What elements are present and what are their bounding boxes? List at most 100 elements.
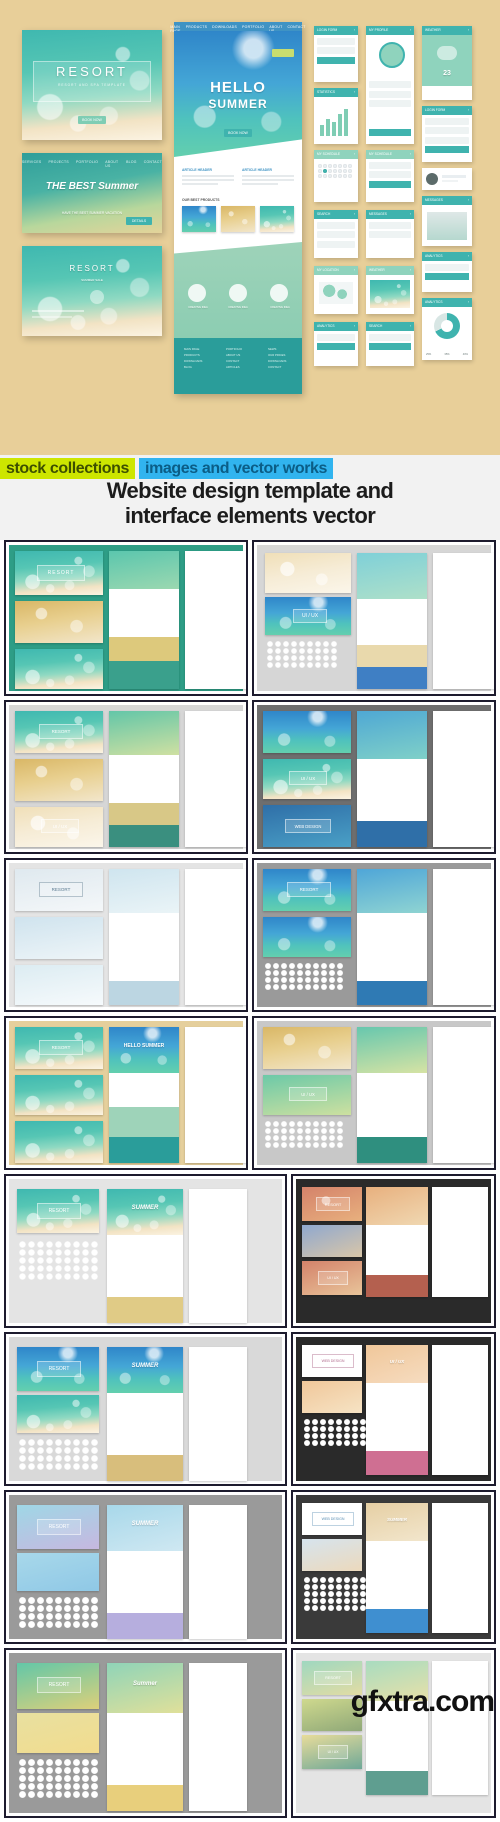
gallery-thumb-6[interactable]: RESORT bbox=[252, 858, 496, 1012]
gallery-thumb-12[interactable]: WEB DESIGN UI / UX bbox=[291, 1332, 496, 1486]
contact-row[interactable] bbox=[369, 221, 411, 229]
gallery-thumb-15[interactable]: RESORT Summer bbox=[4, 1648, 288, 1818]
search2-input[interactable] bbox=[425, 263, 469, 271]
best-summer-nav[interactable]: SERVICES PROJECTS PORTFOLIO ABOUT US BLO… bbox=[22, 160, 162, 168]
gallery-thumb-8[interactable]: UI / UX bbox=[252, 1016, 496, 1170]
list-row[interactable] bbox=[317, 240, 355, 248]
login-name-field[interactable] bbox=[317, 37, 355, 45]
ui-card-user-row[interactable] bbox=[422, 168, 472, 190]
ui-card-calendar[interactable]: MY SCHEDULE › bbox=[314, 150, 358, 202]
form-row[interactable] bbox=[425, 117, 469, 125]
gallery-thumb-16[interactable]: RESORT UI / UX bbox=[291, 1648, 496, 1818]
card-title: WEATHER bbox=[369, 268, 385, 272]
ui-card-notes[interactable]: SEARCH › bbox=[366, 322, 414, 366]
chevron-right-icon[interactable]: › bbox=[410, 322, 411, 331]
gallery-thumb-4[interactable]: UI / UX WEB DESIGN bbox=[252, 700, 496, 854]
login-password-field[interactable] bbox=[317, 47, 355, 54]
chevron-right-icon[interactable]: › bbox=[354, 266, 355, 275]
schedule-row[interactable] bbox=[369, 161, 411, 169]
ui-card-statistics[interactable]: STATISTICS › bbox=[314, 88, 358, 144]
chevron-right-icon[interactable]: › bbox=[354, 150, 355, 159]
ui-card-schedule[interactable]: MY SCHEDULE › bbox=[366, 150, 414, 202]
banner-mock: RESORT bbox=[17, 1663, 99, 1709]
nav-item[interactable]: PORTFOLIO bbox=[76, 160, 98, 168]
ui-card-weather[interactable]: WEATHER › 23 bbox=[422, 26, 472, 100]
profile-date-field[interactable] bbox=[369, 100, 411, 107]
ui-card-map[interactable]: MY LOCATION › bbox=[314, 266, 358, 314]
ui-card-form[interactable]: LOGIN FORM › bbox=[422, 106, 472, 162]
webpage-cta-button[interactable] bbox=[272, 49, 294, 57]
resort-bottom-title: RESORT bbox=[69, 264, 115, 273]
nav-item[interactable]: SERVICES bbox=[22, 160, 42, 168]
thumb-plate: RESORT bbox=[9, 1337, 283, 1481]
schedule-button[interactable] bbox=[369, 180, 411, 188]
ui-card-search[interactable]: ANALYTICS › bbox=[314, 322, 358, 366]
gallery-thumb-10[interactable]: RESORT UI / UX bbox=[291, 1174, 496, 1328]
chevron-right-icon[interactable]: › bbox=[468, 252, 469, 261]
ui-card-gallery[interactable]: WEATHER › bbox=[366, 266, 414, 314]
chevron-right-icon[interactable]: › bbox=[354, 210, 355, 219]
profile-email-field[interactable] bbox=[369, 90, 411, 98]
footer-column[interactable]: PORTFOLIO ABOUT US CONTACT ARTICLES bbox=[226, 346, 242, 370]
profile-save-button[interactable] bbox=[369, 129, 411, 136]
form-row[interactable] bbox=[425, 127, 469, 134]
ui-card-profile[interactable]: MY PROFILE › bbox=[366, 26, 414, 144]
contact-row[interactable] bbox=[369, 231, 411, 238]
product-thumb[interactable] bbox=[221, 206, 255, 232]
resort-book-button[interactable]: BOOK NOW bbox=[78, 116, 106, 124]
nav-item[interactable]: ABOUT US bbox=[105, 160, 119, 168]
chevron-right-icon[interactable]: › bbox=[354, 26, 355, 35]
footer-link[interactable]: BLOG bbox=[184, 364, 202, 370]
chevron-right-icon[interactable]: › bbox=[468, 26, 469, 35]
search-input[interactable] bbox=[317, 333, 355, 341]
ui-card-list[interactable]: SEARCH › bbox=[314, 210, 358, 258]
chevron-right-icon[interactable]: › bbox=[468, 106, 469, 115]
ui-card-chat[interactable]: MESSAGES › bbox=[422, 196, 472, 246]
chevron-right-icon[interactable]: › bbox=[354, 88, 355, 97]
best-summer-details-button[interactable]: DETAILS bbox=[126, 217, 152, 225]
gallery-thumb-1[interactable]: RESORT bbox=[4, 540, 248, 696]
nav-item[interactable]: PROJECTS bbox=[49, 160, 70, 168]
profile-name-field[interactable] bbox=[369, 81, 411, 88]
webpage-book-button[interactable]: BOOK NOW bbox=[224, 129, 252, 137]
nav-item[interactable]: BLOG bbox=[126, 160, 137, 168]
gallery-thumb-13[interactable]: RESORT SUMMER bbox=[4, 1490, 288, 1644]
nav-item[interactable]: CONTACT bbox=[144, 160, 162, 168]
ui-card-login[interactable]: LOGIN FORM › bbox=[314, 26, 358, 82]
form-submit-button[interactable] bbox=[425, 146, 469, 153]
schedule-row[interactable] bbox=[369, 171, 411, 178]
search2-button[interactable] bbox=[425, 273, 469, 280]
footer-link[interactable]: ARTICLES bbox=[226, 364, 242, 370]
chevron-right-icon[interactable]: › bbox=[410, 26, 411, 35]
search-button[interactable] bbox=[317, 343, 355, 350]
footer-column[interactable]: NEWS OUR PRICES DOWNLOADS CONTACT bbox=[268, 346, 286, 370]
chevron-right-icon[interactable]: › bbox=[410, 150, 411, 159]
chevron-right-icon[interactable]: › bbox=[468, 298, 469, 307]
ui-card-search-2[interactable]: ANALYTICS › bbox=[422, 252, 472, 292]
ui-card-analytics[interactable]: ANALYTICS › 25% 35% 40% bbox=[422, 298, 472, 360]
gallery-thumb-5[interactable]: RESORT bbox=[4, 858, 248, 1012]
webpage-navbar[interactable]: MAIN PAGE PRODUCTS DOWNLOADS PORTFOLIO A… bbox=[170, 22, 305, 33]
login-submit-button[interactable] bbox=[317, 56, 355, 64]
list-row[interactable] bbox=[317, 231, 355, 238]
list-row[interactable] bbox=[317, 221, 355, 229]
gallery-thumb[interactable] bbox=[370, 280, 410, 308]
gallery-thumb-14[interactable]: WEB DESIGN SUMMER bbox=[291, 1490, 496, 1644]
gallery-thumb-11[interactable]: RESORT SUMMER bbox=[4, 1332, 288, 1486]
chevron-right-icon[interactable]: › bbox=[410, 266, 411, 275]
gallery-thumb-3[interactable]: RESORT UI / UX bbox=[4, 700, 248, 854]
product-thumb[interactable] bbox=[182, 206, 216, 232]
gallery-thumb-7[interactable]: RESORT HELLO SUMMER bbox=[4, 1016, 248, 1170]
chevron-right-icon[interactable]: › bbox=[410, 210, 411, 219]
footer-link[interactable]: CONTACT bbox=[268, 364, 286, 370]
gallery-thumb-9[interactable]: RESORT SUMMER bbox=[4, 1174, 288, 1328]
footer-column[interactable]: MAIN PAGE PRODUCTS DOWNLOADS BLOG bbox=[184, 346, 202, 370]
chevron-right-icon[interactable]: › bbox=[354, 322, 355, 331]
product-thumb[interactable] bbox=[260, 206, 294, 232]
chevron-right-icon[interactable]: › bbox=[468, 196, 469, 205]
ui-card-contact[interactable]: MESSAGES › bbox=[366, 210, 414, 258]
gallery-thumb-2[interactable]: UI / UX bbox=[252, 540, 496, 696]
notes-row[interactable] bbox=[369, 333, 411, 341]
form-row[interactable] bbox=[425, 136, 469, 144]
notes-button[interactable] bbox=[369, 343, 411, 350]
